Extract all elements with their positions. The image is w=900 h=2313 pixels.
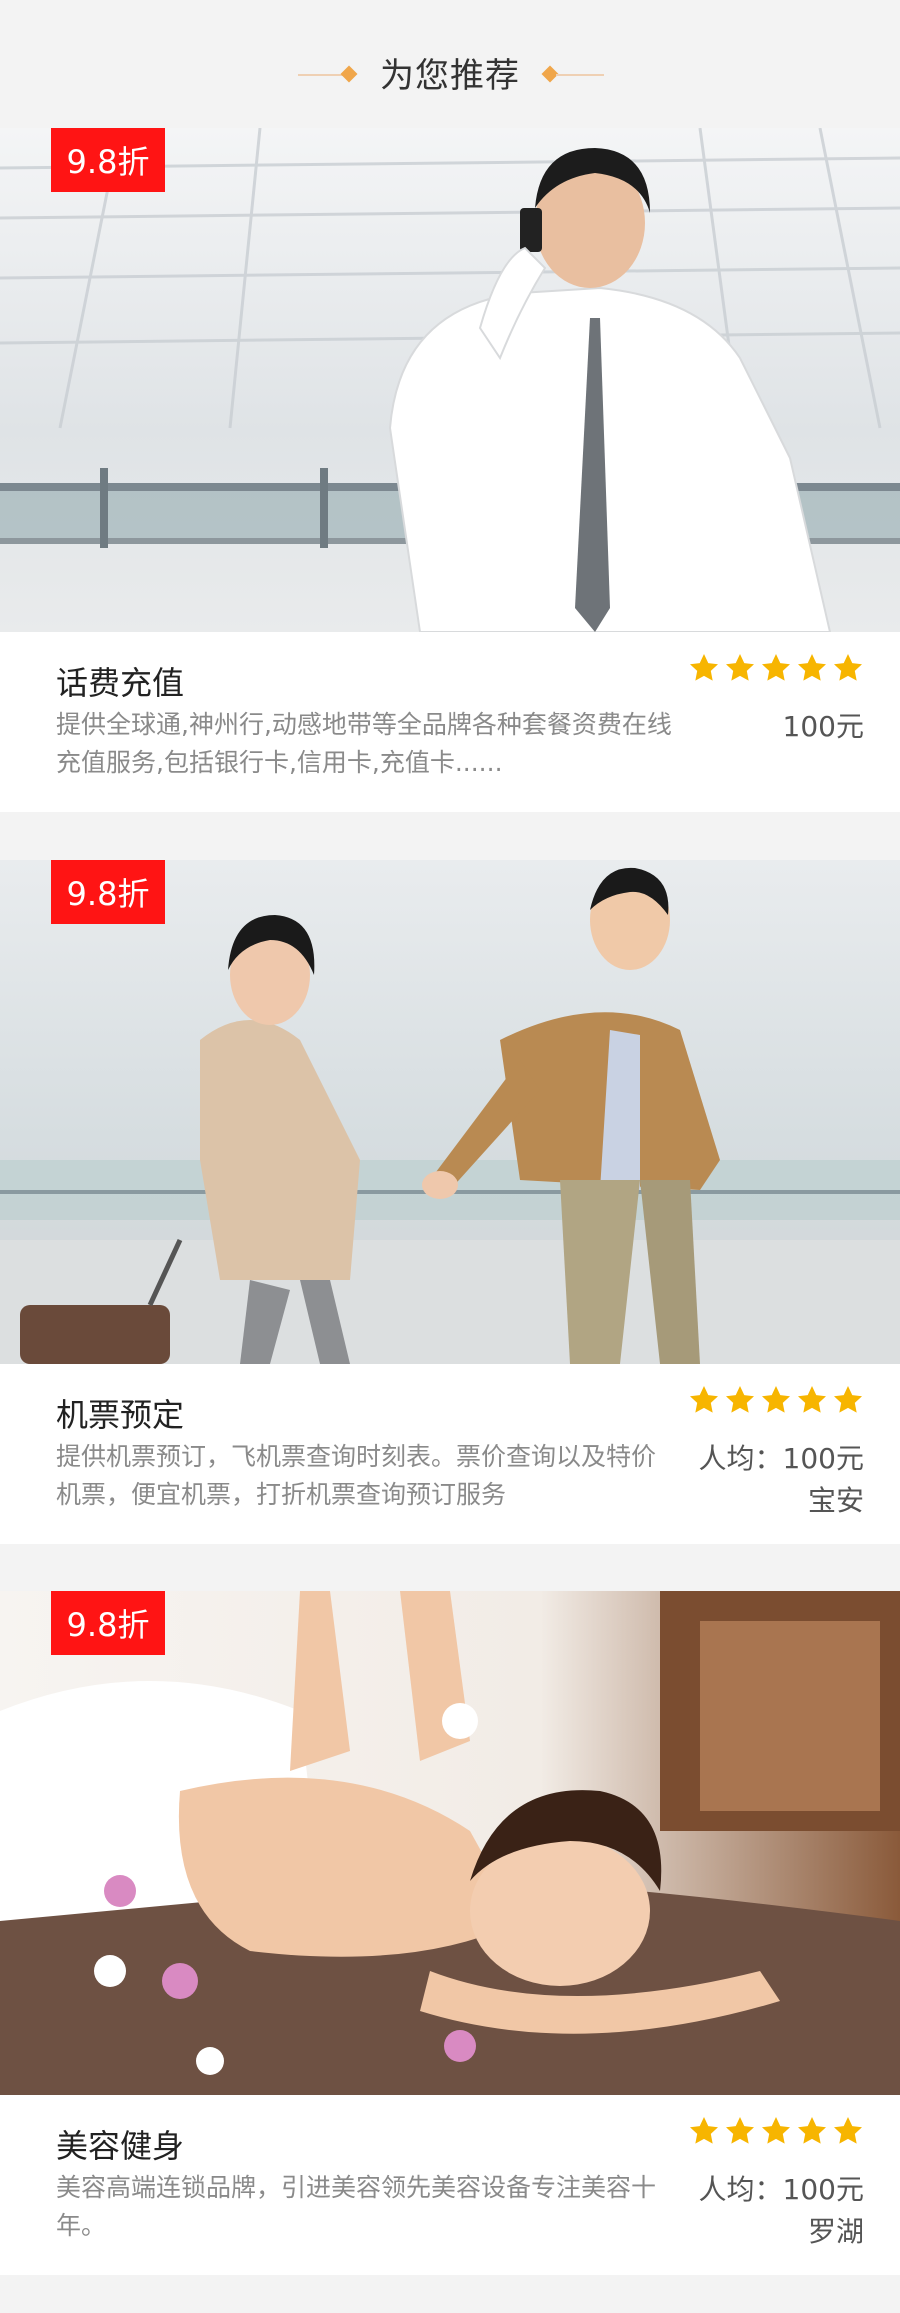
card-title[interactable]: 美容健身 <box>56 2121 184 2167</box>
card-photo-spa-massage[interactable]: 9.8折 <box>0 1591 900 2095</box>
star-icon <box>798 654 826 681</box>
star-icon <box>834 1386 862 1413</box>
star-rating <box>688 2115 864 2155</box>
star-icon <box>834 654 862 681</box>
card-photo-travel-couple[interactable]: 9.8折 <box>0 860 900 1364</box>
star-icon <box>762 2117 790 2144</box>
star-icon <box>690 2117 718 2144</box>
star-icon <box>726 1386 754 1413</box>
location-label: 罗湖 <box>807 2215 864 2248</box>
price-block: 100元 <box>783 706 864 748</box>
diamond-icon <box>340 65 358 83</box>
discount-badge: 9.8折 <box>51 128 165 192</box>
recommend-card-flight-booking[interactable]: 9.8折 机票预定 提供机票预订，飞机票查询时刻表。票价查询以及特价机票，便宜机… <box>0 860 900 1544</box>
star-icon <box>690 654 718 681</box>
card-title[interactable]: 机票预定 <box>56 1390 184 1436</box>
location-label: 宝安 <box>807 1484 864 1517</box>
discount-badge: 9.8折 <box>51 860 165 924</box>
header-divider-right <box>556 74 604 76</box>
header-divider-left <box>298 74 346 76</box>
star-icon <box>690 1386 718 1413</box>
star-icon <box>726 2117 754 2144</box>
star-icon <box>798 2117 826 2144</box>
star-icon <box>762 654 790 681</box>
section-title: 为您推荐 <box>380 56 520 96</box>
section-header: 为您推荐 <box>0 0 900 128</box>
recommend-card-phone-topup[interactable]: 9.8折 话费充值 提供全球通,神州行,动感地带等全品牌各种套餐资费在线充值服务… <box>0 128 900 812</box>
recommend-page: 为您推荐 9.8折 话费充值 提供全球通,神州行,动感地带等全品牌各种套餐资费在… <box>0 0 900 2313</box>
card-photo-businessman[interactable]: 9.8折 <box>0 128 900 632</box>
star-icon <box>726 654 754 681</box>
star-icon <box>798 1386 826 1413</box>
card-description: 提供机票预订，飞机票查询时刻表。票价查询以及特价机票，便宜机票，打折机票查询预订… <box>56 1442 657 1509</box>
price-block: 人均：100元 罗湖 <box>699 2169 864 2253</box>
price-value: 100元 <box>782 710 864 743</box>
star-rating <box>688 1384 864 1424</box>
star-icon <box>762 1386 790 1413</box>
price-value: 人均：100元 <box>698 1442 864 1475</box>
card-description: 提供全球通,神州行,动感地带等全品牌各种套餐资费在线充值服务,包括银行卡,信用卡… <box>56 710 672 777</box>
card-description: 美容高端连锁品牌，引进美容领先美容设备专注美容十年。 <box>56 2173 657 2240</box>
star-icon <box>834 2117 862 2144</box>
discount-badge: 9.8折 <box>51 1591 165 1655</box>
price-block: 人均：100元 宝安 <box>699 1438 864 1522</box>
price-value: 人均：100元 <box>698 2173 864 2206</box>
recommend-card-beauty-fitness[interactable]: 9.8折 美容健身 美容高端连锁品牌，引进美容领先美容设备专注美容十年。 人均：… <box>0 1591 900 2275</box>
star-rating <box>688 652 864 692</box>
card-title[interactable]: 话费充值 <box>56 658 184 704</box>
